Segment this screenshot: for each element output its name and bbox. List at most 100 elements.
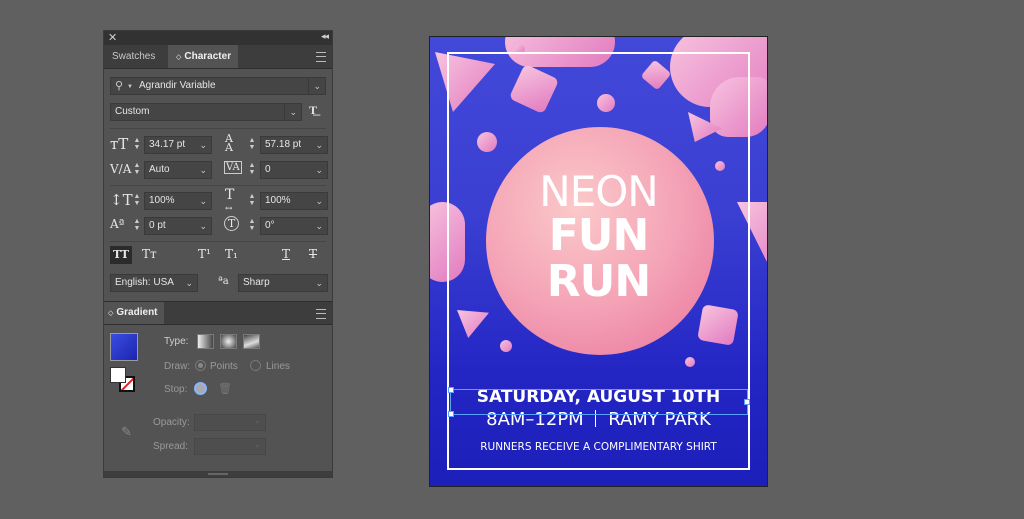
tab-gradient-label: Gradient	[116, 307, 158, 318]
poster-title-run[interactable]: RUN	[430, 256, 767, 307]
chevron-down-icon[interactable]: ⌄	[199, 218, 207, 234]
superscript-button[interactable]: T¹	[198, 247, 211, 261]
font-family-field[interactable]: ⚲ ▼ Agrandir Variable ⌄	[110, 77, 326, 95]
tracking-icon: VA	[224, 161, 242, 174]
kerning-stepper[interactable]: ▲ ▼	[133, 162, 141, 178]
language-value: English: USA	[115, 277, 174, 288]
chevron-down-icon[interactable]: ⌄	[315, 193, 323, 209]
horizontal-scale-icon: T ↔	[225, 187, 235, 214]
baseline-shift-stepper[interactable]: ▲ ▼	[133, 218, 141, 234]
tab-gradient[interactable]: ◇ Gradient	[104, 302, 164, 324]
leading-stepper[interactable]: ▲ ▼	[248, 137, 256, 153]
gradient-swatch[interactable]	[110, 333, 138, 361]
rotation-stepper[interactable]: ▲ ▼	[248, 218, 256, 234]
divider	[110, 128, 326, 129]
kerning-field[interactable]: Auto ⌄	[144, 161, 212, 179]
horizontal-scale-stepper[interactable]: ▲ ▼	[248, 193, 256, 209]
font-style-value: Custom	[115, 106, 150, 117]
font-size-field[interactable]: 34.17 pt ⌄	[144, 136, 212, 154]
chevron-down-icon[interactable]: ⌄	[315, 137, 323, 153]
freeform-gradient-button[interactable]	[243, 334, 260, 349]
baseline-shift-value: 0 pt	[149, 220, 166, 231]
chevron-down-icon[interactable]: ⌄	[315, 275, 323, 291]
radial-gradient-button[interactable]	[220, 334, 237, 349]
close-icon[interactable]: ✕	[108, 31, 117, 44]
kerning-value: Auto	[149, 164, 170, 175]
selection-handle[interactable]	[448, 387, 454, 393]
subscript-button[interactable]: T₁	[225, 247, 238, 261]
horizontal-scale-field[interactable]: 100% ⌄	[260, 192, 328, 210]
tab-swatches[interactable]: Swatches	[104, 45, 168, 68]
panel-menu-icon[interactable]	[316, 309, 326, 319]
chevron-down-icon[interactable]: ⌄	[253, 415, 261, 426]
chevron-down-icon[interactable]: ⌄	[315, 218, 323, 234]
poster-artboard[interactable]: NEON FUN RUN SATURDAY, AUGUST 10TH 8AM–1…	[429, 36, 768, 487]
underline-button[interactable]: T	[282, 247, 290, 261]
tracking-value: 0	[265, 164, 271, 175]
leading-icon: AA	[225, 132, 233, 154]
character-rotation-icon: T	[224, 216, 239, 231]
text-selection-box[interactable]	[448, 387, 750, 417]
chevron-down-icon[interactable]: ⌄	[185, 275, 193, 291]
tab-arrows-icon: ◇	[108, 310, 114, 317]
chevron-down-icon[interactable]: ⌄	[199, 137, 207, 153]
fill-swatch[interactable]	[110, 367, 126, 383]
divider	[110, 241, 326, 242]
antialias-icon: ªa	[218, 276, 229, 287]
baseline-shift-icon: Aª	[110, 217, 125, 231]
collapse-icon[interactable]: ◂◂	[321, 31, 329, 42]
touch-type-icon[interactable]: T͟	[309, 103, 317, 118]
chevron-down-icon[interactable]: ⌄	[199, 162, 207, 178]
tab-character[interactable]: ◇ Character	[168, 45, 238, 68]
antialias-select[interactable]: Sharp ⌄	[238, 274, 328, 292]
dropdown-arrow-icon[interactable]: ⌄	[289, 104, 297, 120]
divider	[110, 185, 326, 186]
gradient-stop-icon[interactable]	[194, 382, 207, 395]
baseline-shift-field[interactable]: 0 pt ⌄	[144, 217, 212, 235]
eyedropper-icon[interactable]: ✎	[121, 424, 132, 440]
radio-dot-icon	[198, 363, 203, 368]
font-family-value: Agrandir Variable	[139, 80, 216, 91]
horizontal-scale-value: 100%	[265, 195, 291, 206]
vertical-scale-icon: ↕T	[110, 191, 133, 209]
divider	[284, 104, 285, 120]
small-caps-button[interactable]: Tт	[142, 247, 157, 261]
spread-label: Spread:	[153, 441, 189, 452]
vertical-scale-field[interactable]: 100% ⌄	[144, 192, 212, 210]
rotation-value: 0°	[265, 220, 275, 231]
selection-handle[interactable]	[744, 399, 750, 405]
spread-field[interactable]: ⌄	[194, 438, 266, 455]
chevron-down-icon[interactable]: ⌄	[199, 193, 207, 209]
font-size-value: 34.17 pt	[149, 139, 186, 150]
leading-value: 57.18 pt	[265, 139, 302, 150]
tracking-stepper[interactable]: ▲ ▼	[248, 162, 256, 178]
poster-title-neon[interactable]: NEON	[430, 167, 767, 216]
font-style-field[interactable]: Custom ⌄	[110, 103, 302, 121]
event-footer[interactable]: RUNNERS RECEIVE A COMPLIMENTARY SHIRT	[430, 441, 767, 453]
panel-resize-bar[interactable]	[104, 471, 332, 477]
leading-field[interactable]: 57.18 pt ⌄	[260, 136, 328, 154]
selection-handle[interactable]	[448, 411, 454, 417]
rotation-field[interactable]: 0° ⌄	[260, 217, 328, 235]
language-select[interactable]: English: USA ⌄	[110, 274, 198, 292]
all-caps-button[interactable]: TT	[110, 246, 132, 264]
opacity-field[interactable]: ⌄	[194, 414, 266, 431]
panel-titlebar[interactable]: ✕ ◂◂	[104, 31, 332, 45]
lines-radio[interactable]	[250, 360, 261, 371]
vertical-scale-stepper[interactable]: ▲ ▼	[133, 193, 141, 209]
character-panel: ✕ ◂◂ Swatches ◇ Character ⚲ ▼ Agrandir Va…	[103, 30, 333, 478]
points-radio[interactable]	[195, 360, 206, 371]
chevron-down-icon[interactable]: ⌄	[253, 439, 261, 450]
tab-arrows-icon: ◇	[176, 54, 182, 61]
chevron-down-icon[interactable]: ⌄	[315, 162, 323, 178]
panel-menu-icon[interactable]	[316, 52, 326, 62]
font-size-stepper[interactable]: ▲ ▼	[133, 137, 141, 153]
dropdown-arrow-icon[interactable]: ⌄	[313, 78, 321, 94]
trash-icon[interactable]: 🗑	[218, 382, 232, 395]
strikethrough-button[interactable]: T	[309, 247, 317, 261]
divider	[308, 78, 309, 94]
linear-gradient-button[interactable]	[197, 334, 214, 349]
tracking-field[interactable]: 0 ⌄	[260, 161, 328, 179]
panel-tabs: Swatches ◇ Character	[104, 45, 332, 69]
poster-title-fun[interactable]: FUN	[430, 210, 767, 261]
